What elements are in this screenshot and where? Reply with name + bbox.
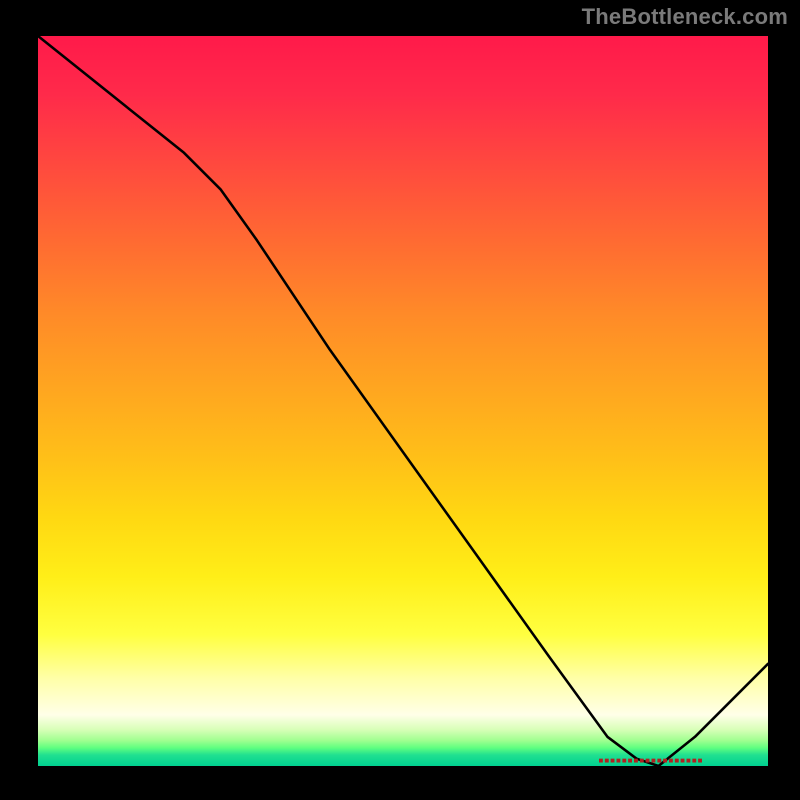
min-point-marker: ■■■■■■■■■■■■■■■■■■ bbox=[599, 756, 704, 765]
curve-path bbox=[38, 36, 768, 766]
chart-stage: TheBottleneck.com ■■■■■■■■■■■■■■■■■■ bbox=[0, 0, 800, 800]
watermark-text: TheBottleneck.com bbox=[582, 4, 788, 30]
plot-area: ■■■■■■■■■■■■■■■■■■ bbox=[38, 36, 768, 766]
bottleneck-curve bbox=[38, 36, 768, 766]
